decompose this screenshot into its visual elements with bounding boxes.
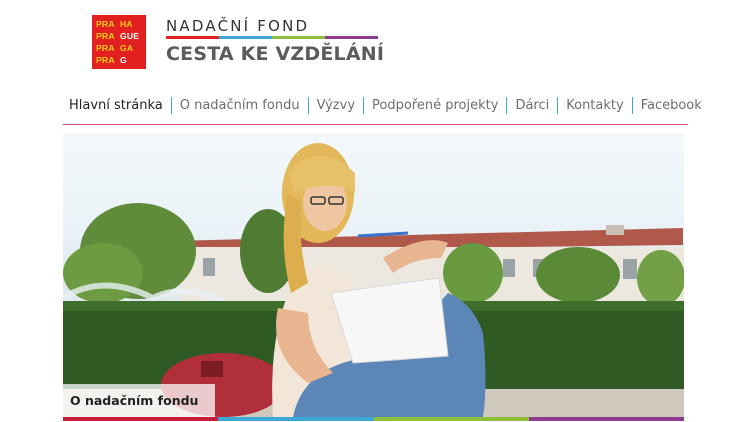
- logo-cell: GUE: [120, 31, 140, 41]
- logo-cell: PRA: [96, 19, 115, 29]
- logo-cell: HA: [120, 19, 133, 29]
- color-segment: [325, 36, 378, 39]
- nav-item-about[interactable]: O nadačním fondu: [170, 97, 308, 114]
- nav-item-projects[interactable]: Podpořené projekty: [363, 97, 506, 114]
- main-nav: Hlavní stránka O nadačním fondu Výzvy Po…: [63, 97, 702, 125]
- hero-photo: [63, 143, 684, 417]
- logo-cell: GA: [120, 43, 134, 53]
- hero-caption-about[interactable]: O nadačním fondu: [63, 384, 215, 418]
- nav-item-calls[interactable]: Výzvy: [307, 97, 363, 114]
- color-segment: [218, 417, 374, 421]
- color-segment: [219, 36, 272, 39]
- logo-cell: PRA: [96, 31, 115, 41]
- color-segment: [63, 417, 219, 421]
- header-color-bar: [166, 36, 378, 39]
- hero-bottom-color-bar: [63, 417, 684, 421]
- fund-name[interactable]: CESTA KE VZDĚLÁNÍ: [166, 43, 384, 65]
- nav-item-facebook[interactable]: Facebook: [631, 97, 710, 114]
- logo-cell: G: [120, 55, 127, 65]
- logo-cell: PRA: [96, 43, 115, 53]
- color-segment: [373, 417, 529, 421]
- nav-item-contacts[interactable]: Kontakty: [557, 97, 631, 114]
- fund-label: NADAČNÍ FOND: [166, 17, 310, 35]
- nav-item-home[interactable]: Hlavní stránka: [63, 97, 171, 114]
- nav-item-donors[interactable]: Dárci: [506, 97, 557, 114]
- color-segment: [528, 417, 684, 421]
- color-segment: [166, 36, 219, 39]
- prague-logo[interactable]: PRA HA PRA GUE PRA GA PRA G: [92, 15, 146, 69]
- hero-image[interactable]: [63, 133, 684, 417]
- logo-cell: PRA: [96, 55, 115, 65]
- color-segment: [272, 36, 325, 39]
